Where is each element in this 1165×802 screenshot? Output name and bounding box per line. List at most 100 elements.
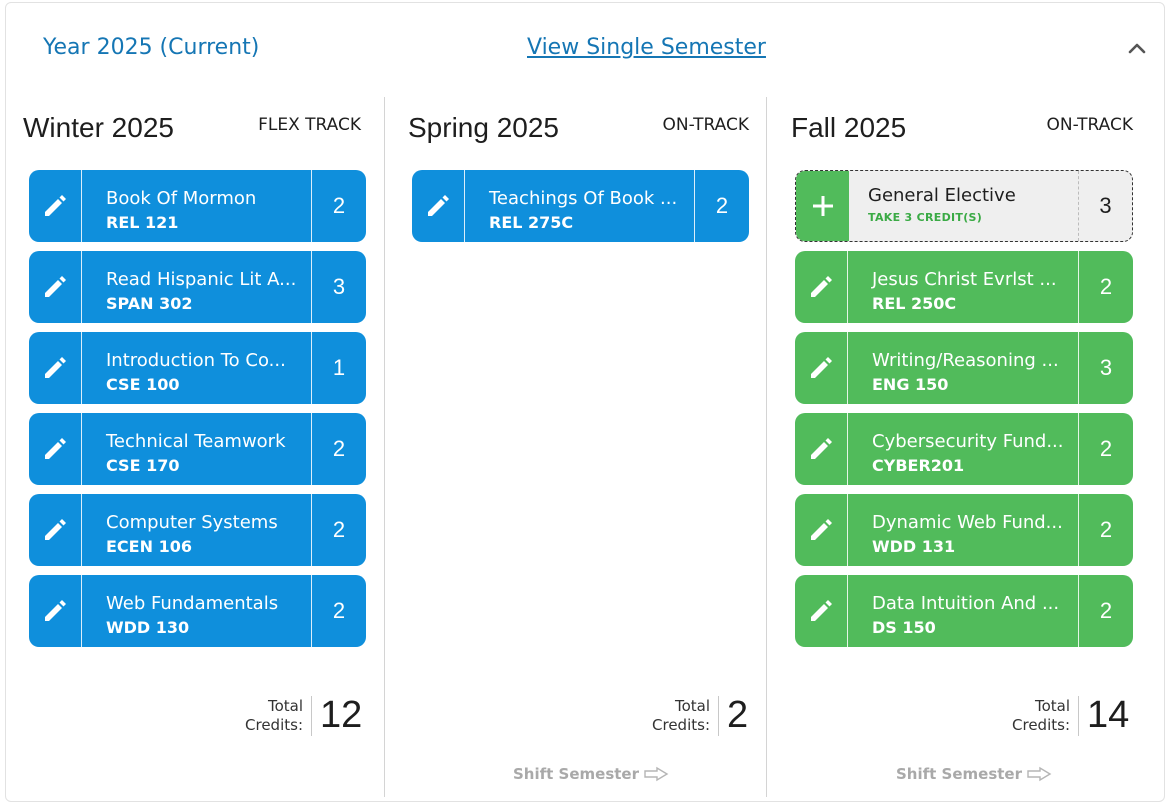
course-name: Data Intuition And ...: [872, 593, 1060, 614]
shift-semester-label: Shift Semester: [896, 765, 1022, 783]
course-info: Dynamic Web Fund... WDD 131: [848, 494, 1078, 566]
course-credits: 3: [1078, 332, 1133, 404]
course-name: Book Of Mormon: [106, 188, 257, 209]
course-card[interactable]: Teachings Of Book ... REL 275C 2: [412, 170, 749, 242]
general-elective-card[interactable]: General Elective TAKE 3 CREDIT(S) 3: [795, 170, 1133, 242]
year-title: Year 2025 (Current): [43, 35, 260, 60]
total-credits: Total Credits: 14: [1003, 694, 1129, 737]
course-name: Dynamic Web Fund...: [872, 512, 1063, 533]
course-credits: 2: [311, 494, 366, 566]
elective-requirement: TAKE 3 CREDIT(S): [868, 211, 983, 224]
course-name: Introduction To Co...: [106, 350, 286, 371]
course-code: WDD 131: [872, 537, 956, 556]
pencil-icon[interactable]: [29, 413, 82, 485]
pencil-icon[interactable]: [795, 575, 848, 647]
pencil-icon[interactable]: [795, 494, 848, 566]
course-info: Teachings Of Book ... REL 275C: [465, 170, 694, 242]
track-status: ON-TRACK: [662, 115, 749, 135]
shift-semester-label: Shift Semester: [513, 765, 639, 783]
pencil-icon[interactable]: [795, 251, 848, 323]
semester-title: Spring 2025: [408, 112, 560, 143]
course-code: ENG 150: [872, 375, 949, 394]
course-credits: 2: [1078, 575, 1133, 647]
total-credits-value: 2: [727, 694, 749, 736]
pencil-icon[interactable]: [29, 332, 82, 404]
course-card[interactable]: Web Fundamentals WDD 130 2: [29, 575, 366, 647]
chevron-up-icon[interactable]: [1126, 37, 1148, 59]
course-info: Writing/Reasoning ... ENG 150: [848, 332, 1078, 404]
hand-pointer-icon: [644, 766, 669, 782]
course-card[interactable]: Book Of Mormon REL 121 2: [29, 170, 366, 242]
course-code: CSE 100: [106, 375, 180, 394]
course-card[interactable]: Introduction To Co... CSE 100 1: [29, 332, 366, 404]
total-credits-label: Total Credits:: [652, 696, 710, 734]
pencil-icon[interactable]: [29, 170, 82, 242]
course-info: Computer Systems ECEN 106: [82, 494, 311, 566]
course-card[interactable]: Computer Systems ECEN 106 2: [29, 494, 366, 566]
course-name: Cybersecurity Fund...: [872, 431, 1064, 452]
course-credits: 2: [1078, 251, 1133, 323]
view-single-semester-link[interactable]: View Single Semester: [527, 35, 766, 60]
course-info: Cybersecurity Fund... CYBER201: [848, 413, 1078, 485]
pencil-icon[interactable]: [29, 494, 82, 566]
course-name: Jesus Christ Evrlst ...: [872, 269, 1057, 290]
course-card[interactable]: Technical Teamwork CSE 170 2: [29, 413, 366, 485]
divider: [311, 695, 312, 736]
course-credits: 1: [311, 332, 366, 404]
course-card[interactable]: Cybersecurity Fund... CYBER201 2: [795, 413, 1133, 485]
course-card[interactable]: Data Intuition And ... DS 150 2: [795, 575, 1133, 647]
course-info: Data Intuition And ... DS 150: [848, 575, 1078, 647]
course-code: CYBER201: [872, 456, 965, 475]
course-code: REL 250C: [872, 294, 957, 313]
course-credits: 3: [311, 251, 366, 323]
pencil-icon[interactable]: [29, 575, 82, 647]
course-code: WDD 130: [106, 618, 190, 637]
semester-title: Fall 2025: [791, 112, 907, 143]
pencil-icon[interactable]: [412, 170, 465, 242]
course-code: DS 150: [872, 618, 936, 637]
course-credits: 2: [311, 413, 366, 485]
shift-semester-button[interactable]: Shift Semester: [896, 765, 1052, 783]
course-name: Writing/Reasoning ...: [872, 350, 1059, 371]
elective-name: General Elective: [868, 185, 1016, 206]
course-code: REL 121: [106, 213, 179, 232]
total-credits: Total Credits: 12: [236, 694, 362, 737]
course-credits: 2: [1078, 494, 1133, 566]
pencil-icon[interactable]: [795, 413, 848, 485]
course-name: Computer Systems: [106, 512, 278, 533]
course-credits: 2: [694, 170, 749, 242]
pencil-icon[interactable]: [795, 332, 848, 404]
course-card[interactable]: Jesus Christ Evrlst ... REL 250C 2: [795, 251, 1133, 323]
total-credits-value: 12: [320, 694, 363, 736]
course-name: Read Hispanic Lit A...: [106, 269, 297, 290]
course-code: CSE 170: [106, 456, 180, 475]
course-info: Book Of Mormon REL 121: [82, 170, 311, 242]
plus-icon[interactable]: [796, 171, 849, 241]
course-code: SPAN 302: [106, 294, 193, 313]
course-card[interactable]: Read Hispanic Lit A... SPAN 302 3: [29, 251, 366, 323]
track-status: ON-TRACK: [1046, 115, 1133, 135]
course-info: Jesus Christ Evrlst ... REL 250C: [848, 251, 1078, 323]
course-credits: 2: [311, 575, 366, 647]
course-credits: 2: [1078, 413, 1133, 485]
total-credits-label: Total Credits:: [1012, 696, 1070, 734]
track-status: FLEX TRACK: [258, 115, 361, 135]
pencil-icon[interactable]: [29, 251, 82, 323]
course-info: Technical Teamwork CSE 170: [82, 413, 311, 485]
total-credits: Total Credits: 2: [643, 694, 765, 737]
total-credits-value: 14: [1087, 694, 1130, 736]
course-code: ECEN 106: [106, 537, 192, 556]
course-name: Teachings Of Book ...: [489, 188, 678, 209]
divider: [1078, 695, 1079, 736]
semester-title: Winter 2025: [23, 112, 174, 143]
course-code: REL 275C: [489, 213, 574, 232]
course-card[interactable]: Dynamic Web Fund... WDD 131 2: [795, 494, 1133, 566]
course-info: Read Hispanic Lit A... SPAN 302: [82, 251, 311, 323]
course-name: Technical Teamwork: [106, 431, 286, 452]
divider: [718, 695, 719, 736]
course-card[interactable]: Writing/Reasoning ... ENG 150 3: [795, 332, 1133, 404]
total-credits-label: Total Credits:: [245, 696, 303, 734]
shift-semester-button[interactable]: Shift Semester: [513, 765, 669, 783]
course-info: Web Fundamentals WDD 130: [82, 575, 311, 647]
course-name: Web Fundamentals: [106, 593, 279, 614]
